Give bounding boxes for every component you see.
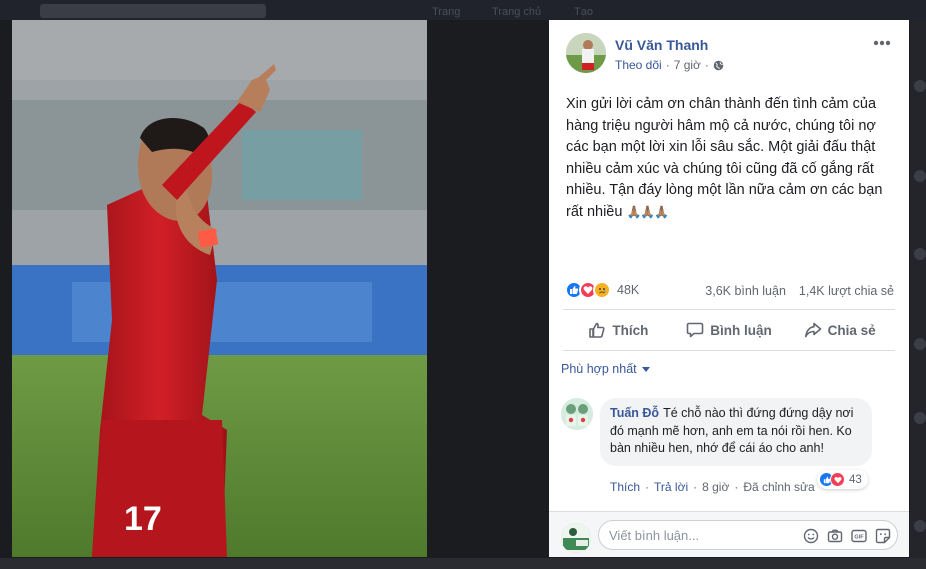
comment-reaction-count: 43 <box>849 473 862 486</box>
background-search-bar <box>40 4 266 18</box>
love-reaction-icon <box>830 472 845 487</box>
comment-reply-link[interactable]: Trả lời <box>654 480 688 494</box>
comment-time[interactable]: 8 giờ <box>702 480 729 494</box>
shares-count[interactable]: 1,4K lượt chia sẻ <box>799 284 894 298</box>
gif-icon[interactable]: GIF <box>851 528 867 544</box>
sort-label: Phù hợp nhất <box>561 362 637 376</box>
meta-separator: · <box>693 480 698 494</box>
like-icon <box>589 322 605 338</box>
viewer-avatar[interactable] <box>561 523 591 553</box>
comment-input-placeholder: Viết bình luận... <box>609 528 700 543</box>
comment-button[interactable]: Bình luận <box>674 315 785 345</box>
post-text: Xin gửi lời cảm ơn chân thành đến tình c… <box>566 94 896 223</box>
post-panel: Vũ Văn Thanh Theo dõi · 7 giờ · Xin gửi … <box>549 20 909 557</box>
comment-label: Bình luận <box>710 322 772 338</box>
background-nav-item: Trang <box>432 6 461 18</box>
meta-separator: · <box>645 480 650 494</box>
comment-actions: Thích · Trả lời · 8 giờ · Đã chỉnh sửa <box>610 480 815 494</box>
sticker-icon[interactable] <box>875 528 891 544</box>
comment-icon <box>686 322 704 338</box>
sad-reaction-icon <box>593 281 611 299</box>
like-button[interactable]: Thích <box>563 315 674 345</box>
comment-edited-label[interactable]: Đã chỉnh sửa <box>743 480 814 494</box>
comments-count[interactable]: 3,6K bình luận <box>705 284 786 298</box>
commenter-avatar[interactable] <box>561 398 593 430</box>
background-right-column <box>910 20 926 569</box>
shirt-number: 17 <box>124 500 162 538</box>
meta-separator: · <box>704 58 709 72</box>
pray-emoji: 🙏🏽🙏🏽🙏🏽 <box>626 204 669 219</box>
reaction-count: 48K <box>617 283 640 297</box>
comment-like-link[interactable]: Thích <box>610 480 640 494</box>
comment-composer: Viết bình luận... GIF <box>549 511 909 557</box>
camera-icon[interactable] <box>827 528 843 544</box>
emoji-icon[interactable] <box>803 528 819 544</box>
comment-input[interactable]: Viết bình luận... GIF <box>598 520 898 550</box>
svg-text:GIF: GIF <box>854 535 864 541</box>
chevron-down-icon <box>641 366 650 372</box>
reaction-summary[interactable]: 48K <box>565 281 639 299</box>
comment-bubble: Tuấn Đỗ Té chỗ nào thì đứng đứng dậy nơi … <box>600 398 872 466</box>
follow-link[interactable]: Theo dõi <box>615 58 662 72</box>
post-actions-bar: Thích Bình luận Chia sẻ <box>563 315 895 345</box>
comment-reaction-badge[interactable]: 43 <box>817 470 868 489</box>
post-message: Xin gửi lời cảm ơn chân thành đến tình c… <box>566 96 883 220</box>
author-avatar[interactable] <box>566 33 606 73</box>
post-time[interactable]: 7 giờ <box>674 58 701 72</box>
meta-separator: · <box>734 480 739 494</box>
divider <box>563 309 895 310</box>
globe-icon <box>713 60 724 70</box>
more-options-icon[interactable] <box>873 40 891 46</box>
post-photo[interactable]: 17 <box>12 20 427 557</box>
background-topbar: Trang Trang chủ Tạo <box>0 0 926 20</box>
commenter-name[interactable]: Tuấn Đỗ <box>610 406 659 420</box>
background-nav-item: Trang chủ <box>492 6 542 18</box>
share-icon <box>804 322 821 338</box>
divider <box>563 350 895 351</box>
comment-sort-dropdown[interactable]: Phù hợp nhất <box>561 362 650 376</box>
background-bottom-strip <box>0 558 926 569</box>
post-meta: Theo dõi · 7 giờ · <box>615 58 724 72</box>
like-label: Thích <box>612 322 649 338</box>
share-button[interactable]: Chia sẻ <box>784 315 895 345</box>
share-label: Chia sẻ <box>827 322 876 338</box>
background-nav-item: Tạo <box>574 6 593 18</box>
post-stats: 3,6K bình luận 1,4K lượt chia sẻ <box>705 284 894 298</box>
meta-separator: · <box>665 58 670 72</box>
author-name[interactable]: Vũ Văn Thanh <box>615 37 708 53</box>
